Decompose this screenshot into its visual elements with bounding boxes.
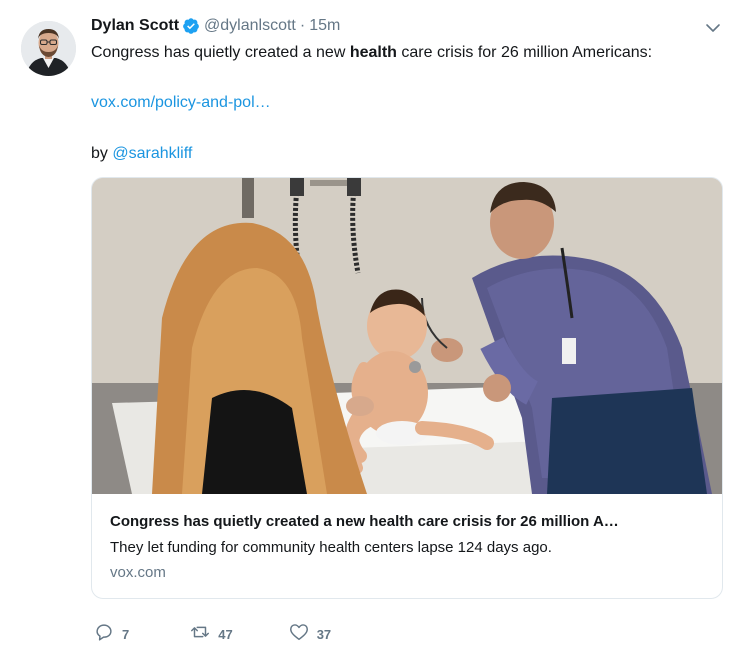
reply-button[interactable]: 7: [93, 621, 129, 648]
article-link[interactable]: vox.com/policy-and-pol…: [91, 94, 271, 111]
tweet-timestamp[interactable]: 15m: [309, 17, 340, 35]
tweet-text-start: Congress has quietly created a new: [91, 44, 350, 61]
retweet-count: 47: [218, 626, 233, 642]
reply-icon: [93, 621, 115, 648]
author-name[interactable]: Dylan Scott: [91, 17, 179, 35]
author-handle[interactable]: @dylanlscott: [204, 17, 296, 35]
card-description: They let funding for community health ce…: [110, 539, 552, 556]
tweet-text-end: care crisis for 26 million Americans:: [396, 44, 653, 61]
retweet-icon: [189, 621, 211, 648]
heart-icon: [288, 621, 310, 648]
tweet-link-line: vox.com/policy-and-pol…: [91, 92, 271, 114]
card-domain: vox.com: [110, 564, 166, 581]
reply-count: 7: [122, 626, 130, 642]
card-image[interactable]: [92, 178, 722, 494]
card-title[interactable]: Congress has quietly created a new healt…: [110, 512, 706, 532]
separator-dot: ·: [299, 17, 306, 34]
like-button[interactable]: 37: [288, 621, 331, 648]
avatar[interactable]: [21, 21, 76, 76]
verified-badge-icon: [182, 17, 200, 35]
card-body[interactable]: Congress has quietly created a new healt…: [92, 494, 722, 598]
mention-link[interactable]: @sarahkliff: [112, 145, 192, 162]
tweet-text-highlight: health: [349, 44, 397, 61]
like-count: 37: [316, 626, 332, 642]
tweet-actions: 7 47 37: [91, 622, 331, 646]
chevron-down-icon[interactable]: [705, 20, 721, 36]
tweet-header: Dylan Scott @dylanlscott · 15m: [91, 15, 340, 37]
tweet-byline: by @sarahkliff: [91, 143, 192, 165]
byline-prefix: by: [91, 145, 113, 162]
link-card[interactable]: Congress has quietly created a new healt…: [91, 177, 723, 599]
retweet-button[interactable]: 47: [189, 621, 233, 648]
tweet[interactable]: Dylan Scott @dylanlscott · 15m Congress …: [0, 0, 739, 656]
tweet-text: Congress has quietly created a new healt…: [91, 42, 652, 64]
